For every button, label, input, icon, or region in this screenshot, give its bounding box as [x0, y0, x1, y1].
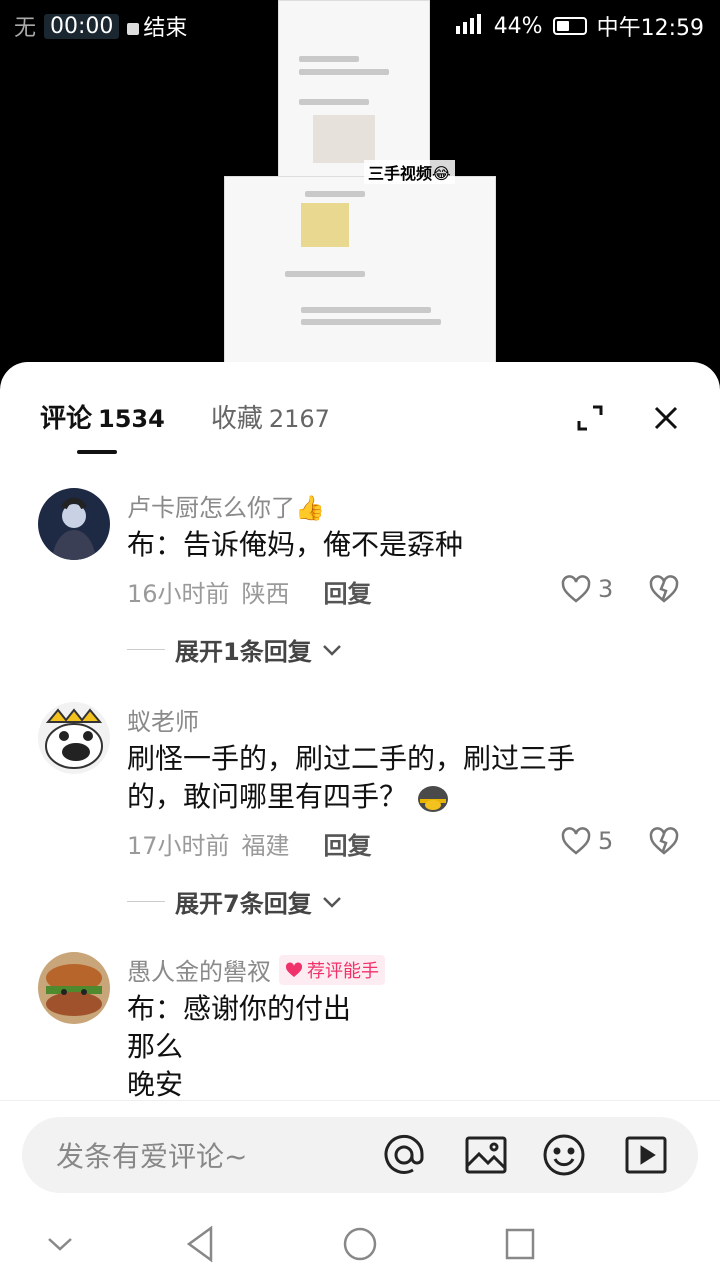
chevron-down-icon [322, 896, 341, 908]
broken-heart-icon [649, 827, 679, 855]
comment-meta: 16小时前 陕西 回复 [127, 574, 372, 609]
comment-text: 刷怪一手的，刷过二手的，刷过三手 的，敢问哪里有四手？ [127, 742, 576, 813]
like-button[interactable]: 5 [560, 826, 613, 856]
comment-location: 陕西 [241, 580, 290, 608]
comment-meta: 17小时前 福建 回复 [127, 826, 372, 861]
tab-comments[interactable]: 评论 1534 [40, 398, 165, 435]
battery-percent: 44% [493, 13, 543, 39]
video-preview[interactable]: 三手视频😂 [0, 0, 720, 400]
comment-username[interactable]: 愚人金的嚳衩 荐评能手 [127, 952, 385, 987]
stop-recording-button[interactable]: 结束 [127, 10, 187, 42]
comment-location: 福建 [241, 832, 290, 860]
video-icon[interactable] [624, 1133, 668, 1177]
expand-replies-button[interactable]: 展开1条回复 [127, 632, 342, 667]
heart-icon [561, 575, 591, 603]
comment-username[interactable]: 蚁老师 [127, 702, 199, 737]
reply-button[interactable]: 回复 [324, 826, 372, 861]
chevron-down-icon [322, 644, 341, 656]
stop-icon [127, 23, 140, 35]
mention-icon[interactable] [382, 1133, 426, 1177]
battery-icon [552, 17, 587, 35]
comment-input-box[interactable] [22, 1117, 698, 1193]
clock: 中午12:59 [596, 16, 704, 41]
comment-username[interactable]: 卢卡厨怎么你了👍 [127, 488, 325, 523]
like-count: 3 [598, 575, 614, 603]
like-count: 5 [598, 827, 614, 855]
recording-timer: 00:00 [44, 13, 120, 39]
comment-input[interactable] [54, 1133, 358, 1179]
dislike-button[interactable] [648, 574, 680, 608]
heart-icon [561, 827, 591, 855]
avatar[interactable] [38, 702, 110, 774]
avatar[interactable] [38, 952, 110, 1024]
reply-button[interactable]: 回复 [324, 574, 372, 609]
helmet-emoji-icon [417, 786, 448, 812]
status-left-text: 无 [14, 16, 37, 41]
signal-icon [454, 12, 484, 40]
avatar[interactable] [38, 488, 110, 560]
back-icon[interactable] [184, 1224, 216, 1268]
comment-text: 布：告诉俺妈，俺不是孬种 [127, 528, 464, 561]
system-nav-bar [0, 1204, 720, 1280]
comment-time: 17小时前 [127, 832, 230, 860]
recommend-badge: 荐评能手 [279, 954, 385, 985]
hide-keyboard-icon[interactable] [46, 1224, 74, 1268]
like-button[interactable]: 3 [560, 574, 613, 604]
image-icon[interactable] [464, 1133, 508, 1177]
comment-input-bar [0, 1100, 720, 1205]
comment-text: 布：感谢你的付出 那么 晚安 [127, 992, 352, 1101]
recents-icon[interactable] [504, 1224, 536, 1268]
close-icon[interactable] [652, 404, 680, 432]
tab-favorites[interactable]: 收藏 2167 [211, 398, 330, 435]
tab-underline [77, 450, 117, 454]
expand-icon[interactable] [576, 404, 604, 432]
expand-replies-button[interactable]: 展开7条回复 [127, 884, 342, 919]
video-caption: 三手视频😂 [364, 160, 455, 184]
heart-badge-icon [285, 961, 303, 977]
home-icon[interactable] [342, 1224, 378, 1268]
status-bar: 无 00:00 结束 44% 中午12:59 [0, 0, 720, 50]
broken-heart-icon [649, 575, 679, 603]
video-frame-bottom [224, 176, 496, 368]
tab-bar: 评论 1534 收藏 2167 [40, 398, 330, 435]
emoji-icon[interactable] [542, 1133, 586, 1177]
comment-time: 16小时前 [127, 580, 230, 608]
dislike-button[interactable] [648, 826, 680, 860]
